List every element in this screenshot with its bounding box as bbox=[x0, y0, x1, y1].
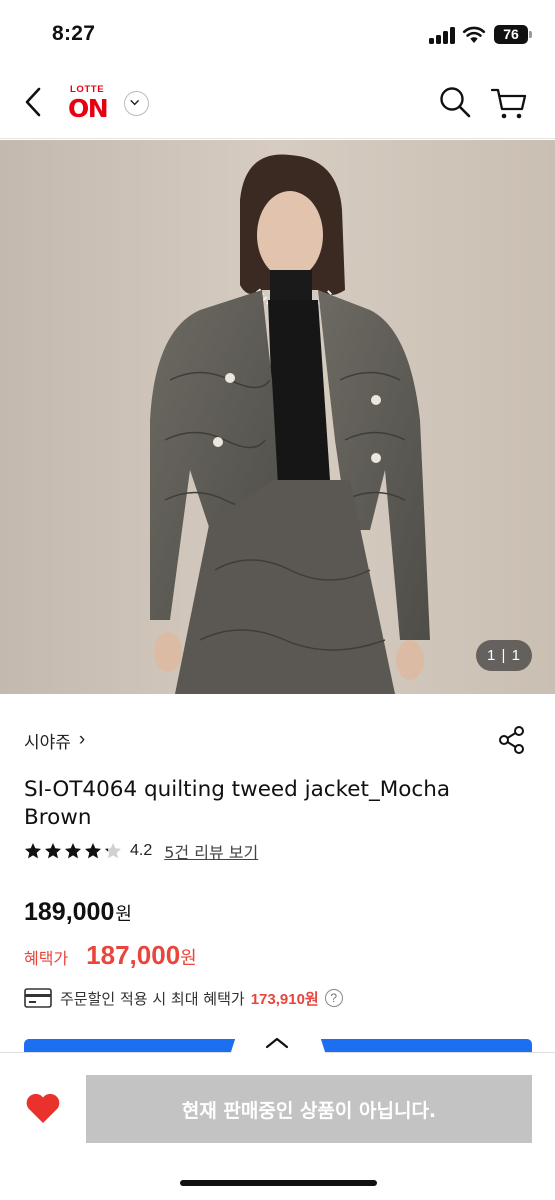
brand-link[interactable]: 시야쥬 › bbox=[24, 728, 86, 753]
benefit-price-row: 혜택가 187,000원 bbox=[24, 940, 197, 971]
original-price: 189,000원 bbox=[24, 898, 132, 927]
logo-on-text: ON bbox=[68, 94, 109, 123]
home-indicator bbox=[180, 1180, 377, 1186]
battery-icon: 76 bbox=[494, 25, 528, 44]
star-icon bbox=[25, 843, 41, 859]
star-icon bbox=[45, 843, 61, 859]
benefit-price-value: 187,000 bbox=[86, 940, 181, 970]
brand-name: 시야쥬 bbox=[24, 732, 71, 753]
star-icon bbox=[85, 843, 101, 859]
buy-button[interactable]: 현재 판매중인 상품이 아닙니다. bbox=[86, 1075, 532, 1143]
chevron-right-icon: › bbox=[78, 729, 86, 750]
max-benefit-row: 주문할인 적용 시 최대 혜택가 173,910원 ? bbox=[24, 986, 343, 1010]
original-price-unit: 원 bbox=[115, 904, 132, 925]
star-icon bbox=[105, 843, 121, 859]
status-time: 8:27 bbox=[52, 22, 96, 45]
benefit-price: 187,000원 bbox=[86, 940, 197, 971]
heart-icon[interactable] bbox=[24, 1091, 62, 1125]
lotte-on-logo[interactable]: LOTTE ON bbox=[68, 84, 118, 123]
wifi-icon bbox=[462, 26, 486, 43]
chevron-down-icon[interactable] bbox=[124, 91, 149, 116]
chevron-up-icon[interactable] bbox=[263, 1035, 291, 1051]
help-icon[interactable]: ? bbox=[324, 989, 343, 1007]
product-title: SI-OT4064 quilting tweed jacket_Mocha Br… bbox=[24, 777, 451, 830]
search-icon[interactable] bbox=[438, 85, 472, 119]
status-bar: 8:27 76 bbox=[0, 0, 555, 70]
back-arrow-icon[interactable] bbox=[18, 84, 48, 120]
max-benefit-price: 173,910원 bbox=[250, 990, 319, 1008]
share-icon[interactable] bbox=[498, 725, 526, 755]
star-icon bbox=[65, 843, 81, 859]
benefit-label: 혜택가 bbox=[24, 949, 69, 968]
signal-icon bbox=[429, 27, 456, 44]
star-rating bbox=[24, 842, 124, 860]
product-photo bbox=[0, 140, 555, 694]
max-benefit-text: 주문할인 적용 시 최대 혜택가 bbox=[60, 989, 245, 1008]
card-icon bbox=[24, 988, 52, 1008]
rating-row: 4.2 5건 리뷰 보기 bbox=[24, 840, 258, 862]
review-link[interactable]: 5건 리뷰 보기 bbox=[164, 839, 258, 863]
image-counter: 1 | 1 bbox=[476, 640, 532, 671]
benefit-price-unit: 원 bbox=[180, 948, 197, 969]
product-image[interactable] bbox=[0, 140, 555, 694]
app-header: LOTTE ON bbox=[0, 70, 555, 139]
original-price-value: 189,000 bbox=[24, 898, 115, 926]
battery-cap bbox=[529, 31, 532, 38]
rating-value: 4.2 bbox=[130, 842, 153, 859]
cart-icon[interactable] bbox=[490, 85, 528, 121]
